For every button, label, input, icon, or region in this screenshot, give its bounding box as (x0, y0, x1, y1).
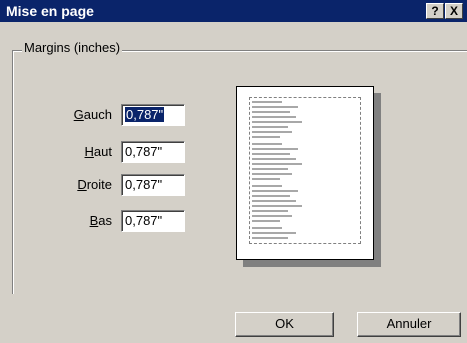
margin-left-label: Gauch (73, 107, 112, 122)
margin-top-value: 0,787" (125, 144, 163, 159)
window-title: Mise en page (6, 3, 94, 19)
margin-bottom-label: Bas (89, 213, 112, 228)
close-button[interactable]: X (445, 3, 463, 19)
margins-group-label: Margins (inches) (22, 40, 123, 55)
margin-right-input[interactable]: 0,787" (121, 174, 185, 196)
title-bar: Mise en page ? X (0, 0, 467, 22)
margin-right-label: Droite (77, 177, 112, 192)
cancel-button[interactable]: Annuler (357, 312, 461, 337)
page-preview-text-lines (252, 101, 302, 239)
margin-right-value: 0,787" (125, 177, 163, 192)
page-preview-margins (249, 97, 361, 244)
margin-left-value: 0,787" (125, 107, 165, 122)
margin-left-input[interactable]: 0,787" (121, 104, 185, 126)
ok-button[interactable]: OK (235, 312, 334, 337)
margin-bottom-value: 0,787" (125, 213, 163, 228)
margin-top-label: Haut (84, 144, 112, 159)
margin-bottom-input[interactable]: 0,787" (121, 210, 185, 232)
page-preview (236, 86, 374, 260)
help-button[interactable]: ? (426, 3, 444, 19)
margin-top-input[interactable]: 0,787" (121, 141, 185, 163)
